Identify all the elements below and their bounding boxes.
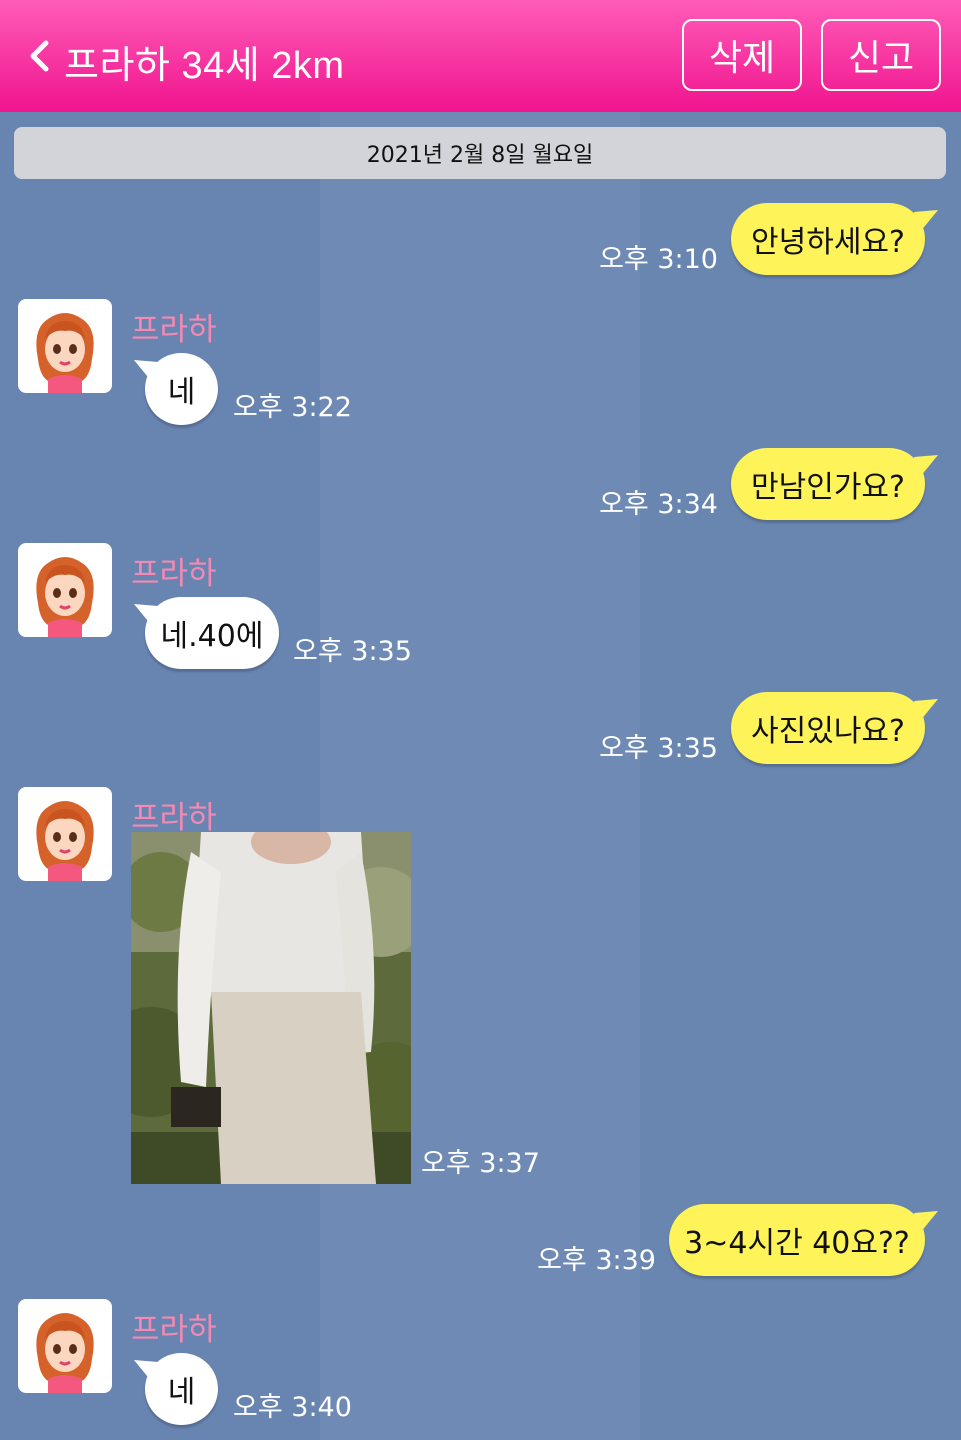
bubble-tail (914, 1211, 938, 1233)
avatar-icon (36, 557, 94, 637)
my-message-bubble[interactable]: 사진있나요? (731, 692, 925, 764)
partner-message-bubble[interactable]: 네 (145, 353, 218, 425)
report-button[interactable]: 신고 (821, 19, 941, 91)
chevron-left-icon[interactable] (26, 40, 54, 72)
message-time: 오후 3:22 (233, 392, 352, 423)
avatar[interactable] (18, 787, 112, 881)
date-divider: 2021년 2월 8일 월요일 (14, 127, 946, 179)
message-time: 오후 3:34 (599, 489, 718, 520)
message-time: 오후 3:10 (599, 244, 718, 275)
avatar-icon (36, 801, 94, 881)
sender-name: 프라하 (131, 312, 217, 348)
sender-name: 프라하 (131, 1312, 217, 1348)
message-time: 오후 3:39 (537, 1245, 656, 1276)
avatar[interactable] (18, 1299, 112, 1393)
sender-name: 프라하 (131, 800, 217, 836)
partner-message-bubble[interactable]: 네.40에 (145, 597, 279, 669)
my-message-bubble[interactable]: 안녕하세요? (731, 203, 925, 275)
top-bar: 프라하 34세 2km 삭제 신고 (0, 0, 961, 112)
avatar[interactable] (18, 543, 112, 637)
chat-title: 프라하 34세 2km (64, 45, 345, 87)
delete-button[interactable]: 삭제 (682, 19, 802, 91)
avatar[interactable] (18, 299, 112, 393)
my-message-bubble[interactable]: 3~4시간 40요?? (669, 1204, 925, 1276)
message-time: 오후 3:35 (599, 733, 718, 764)
avatar-icon (36, 313, 94, 393)
avatar-icon (36, 1313, 94, 1393)
bubble-tail (914, 210, 938, 232)
photo-message[interactable] (131, 832, 411, 1184)
my-message-bubble[interactable]: 만남인가요? (731, 448, 925, 520)
message-time: 오후 3:35 (293, 636, 412, 667)
sender-name: 프라하 (131, 556, 217, 592)
message-time: 오후 3:37 (421, 1148, 540, 1179)
partner-message-bubble[interactable]: 네 (145, 1353, 218, 1425)
bubble-tail (914, 699, 938, 721)
bubble-tail (914, 455, 938, 477)
message-time: 오후 3:40 (233, 1392, 352, 1423)
